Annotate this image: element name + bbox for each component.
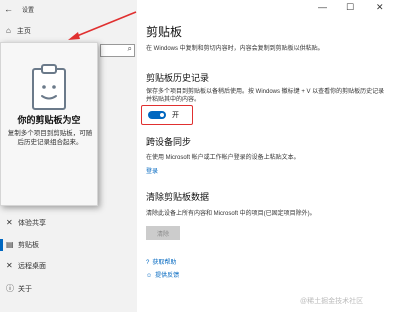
sidebar-item-label: 主页 [16, 28, 31, 35]
history-description: 保存多个项目到剪贴板以备稍后使用。按 Windows 徽标键 + V 以查看你的… [146, 89, 385, 103]
sidebar-item-remote-desktop[interactable]: ✕ 远程桌面 [6, 261, 46, 271]
clear-button-label: 清除 [156, 232, 169, 238]
sidebar-item-label: 远程桌面 [18, 263, 46, 270]
remote-desktop-icon: ✕ [6, 261, 13, 270]
home-icon: ⌂ [6, 26, 11, 35]
sidebar-item-label: 关于 [18, 286, 32, 293]
clipboard-history-toggle[interactable] [148, 111, 166, 119]
toggle-state-label: 开 [172, 112, 179, 119]
help-icon: ? [146, 260, 150, 266]
sidebar-item-label: 体验共享 [18, 220, 46, 227]
get-help-label: 获取帮助 [152, 260, 177, 266]
history-heading: 剪贴板历史记录 [146, 73, 210, 83]
annotation-arrow [68, 11, 137, 40]
sidebar-item-clipboard[interactable]: ▤ 剪贴板 [6, 240, 39, 250]
back-arrow-icon[interactable]: ← [4, 4, 13, 14]
sidebar-item-home[interactable]: ⌂ 主页 [6, 26, 31, 36]
popup-description: 复制多个项目到剪贴板，可随后历史记录组合起来。 [7, 130, 93, 146]
info-icon: ⓘ [6, 284, 14, 293]
feedback-label: 提供反馈 [155, 273, 180, 279]
page-title: 剪贴板 [146, 25, 183, 39]
clear-heading: 清除剪贴板数据 [146, 192, 210, 202]
sign-in-link[interactable]: 登录 [146, 166, 158, 175]
close-button[interactable]: ✕ [376, 2, 384, 13]
get-help-link[interactable]: ? 获取帮助 [146, 257, 176, 266]
empty-clipboard-icon [32, 64, 66, 110]
sidebar-item-about[interactable]: ⓘ 关于 [6, 283, 32, 294]
maximize-button[interactable]: ☐ [346, 2, 354, 13]
intro-text: 在 Windows 中复制和剪切内容时，内容会复制到剪贴板以供粘贴。 [146, 46, 324, 52]
clear-description: 清除此设备上所有内容和 Microsoft 中的项目(已固定项目除外)。 [146, 211, 316, 217]
clipboard-icon: ▤ [6, 240, 14, 249]
shared-experience-icon: ✕ [6, 218, 13, 227]
sidebar-item-label: 剪贴板 [18, 242, 39, 249]
sidebar-item-shared-experiences[interactable]: ✕ 体验共享 [6, 218, 46, 228]
feedback-link[interactable]: ☺ 提供反馈 [146, 270, 179, 279]
active-indicator [0, 239, 3, 251]
window-title: 设置 [22, 8, 35, 14]
feedback-icon: ☺ [146, 273, 153, 279]
sync-description: 在使用 Microsoft 帐户或工作帐户登录的设备上粘贴文本。 [146, 155, 300, 161]
sync-heading: 跨设备同步 [146, 137, 192, 147]
minimize-button[interactable]: — [318, 2, 327, 12]
watermark: @稀土掘金技术社区 [300, 298, 364, 305]
clipboard-history-popup: 你的剪贴板为空 复制多个项目到剪贴板，可随后历史记录组合起来。 [0, 42, 98, 206]
clear-button[interactable]: 清除 [146, 226, 180, 240]
popup-title: 你的剪贴板为空 [17, 115, 81, 125]
